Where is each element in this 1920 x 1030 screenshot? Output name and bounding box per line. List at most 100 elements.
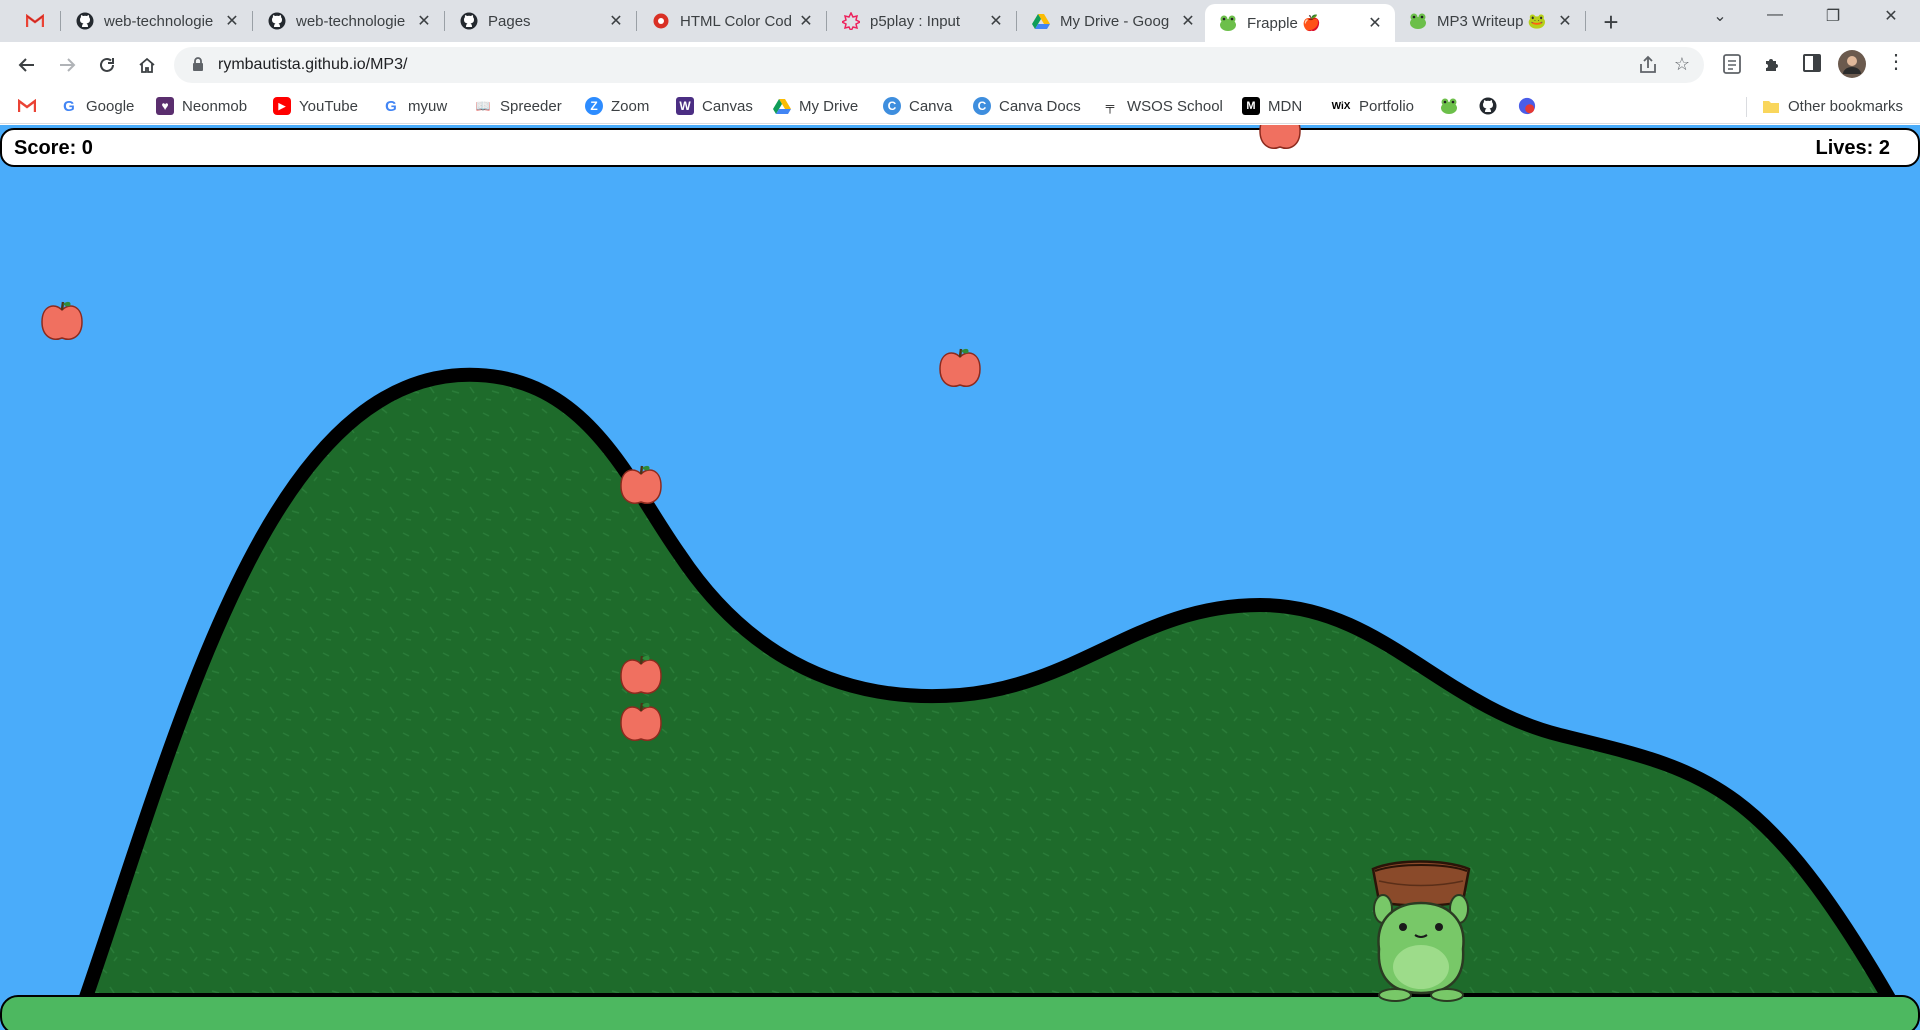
google-icon: G [385, 97, 397, 115]
bookmark-canva[interactable]: C Canva [883, 96, 952, 116]
bookmark-spreeder[interactable]: 📖 Spreeder [474, 96, 562, 116]
bookmark-google[interactable]: G Google [60, 96, 134, 116]
close-icon[interactable]: ✕ [986, 11, 1006, 31]
tab-separator [1016, 11, 1017, 31]
close-icon[interactable]: ✕ [1178, 11, 1198, 31]
tab-mp3-writeup[interactable]: MP3 Writeup 🐸 ✕ [1395, 0, 1585, 42]
reading-list-icon[interactable] [1722, 53, 1742, 80]
frog-icon [1219, 14, 1237, 32]
google-drive-icon [1032, 12, 1050, 30]
google-icon: G [63, 97, 75, 115]
tab-title: web-technologie [296, 12, 406, 30]
wix-icon: WiX [1331, 100, 1351, 112]
tab-separator [252, 11, 253, 31]
bookmark-mdn[interactable]: M MDN [1242, 96, 1302, 116]
bookmark-myuw[interactable]: G myuw [382, 96, 447, 116]
tab-separator [636, 11, 637, 31]
tab-title: Pages [488, 12, 531, 30]
hill-scenery [78, 367, 1897, 1007]
bookmark-notifications[interactable] [1518, 96, 1544, 116]
game-canvas[interactable]: Score: 0 Lives: 2 [0, 125, 1920, 1030]
reload-icon[interactable] [93, 51, 121, 79]
other-bookmarks[interactable]: Other bookmarks [1762, 96, 1903, 116]
apple-icon [41, 301, 83, 340]
bookmark-frog[interactable] [1440, 96, 1466, 116]
side-panel-icon[interactable] [1802, 53, 1822, 78]
share-icon[interactable] [1638, 55, 1658, 80]
github-icon [460, 12, 478, 30]
bookmark-my-drive[interactable]: My Drive [773, 96, 858, 116]
tab-separator [444, 11, 445, 31]
tab-html-color-codes[interactable]: HTML Color Cod ✕ [638, 0, 826, 42]
apple-icon [939, 348, 981, 387]
canva-icon: C [973, 97, 991, 115]
tab-web-technologies-1[interactable]: web-technologie ✕ [62, 0, 252, 42]
bookmark-label: MDN [1268, 97, 1303, 115]
forward-icon[interactable] [53, 51, 81, 79]
close-window-icon[interactable]: ✕ [1876, 6, 1906, 26]
bookmark-canvas[interactable]: W Canvas [676, 96, 753, 116]
extensions-icon[interactable] [1762, 53, 1784, 80]
tab-search-icon[interactable]: ⌄ [1705, 6, 1735, 26]
gmail-icon [26, 12, 44, 30]
home-icon[interactable] [133, 51, 161, 79]
bookmark-canva-docs[interactable]: C Canva Docs [973, 96, 1081, 116]
zoom-icon: Z [585, 97, 603, 115]
bookmark-label: Google [86, 97, 135, 115]
bookmark-label: WSOS School [1127, 97, 1223, 115]
bookmark-github[interactable] [1479, 96, 1505, 116]
tab-title: Frapple 🍎 [1247, 15, 1321, 32]
bookmark-label: Spreeder [500, 97, 562, 115]
bookmark-wsos-school[interactable]: ╤ WSOS School [1101, 96, 1223, 116]
menu-icon[interactable]: ⋮ [1886, 49, 1906, 74]
bookmark-youtube[interactable]: ▶ YouTube [273, 96, 358, 116]
apple-icon [620, 465, 662, 504]
bookmark-label: My Drive [799, 97, 859, 115]
restore-icon[interactable]: ❐ [1818, 6, 1848, 26]
profile-avatar[interactable] [1838, 50, 1866, 83]
frog-icon [1409, 12, 1427, 30]
back-icon[interactable] [13, 51, 41, 79]
new-tab-button[interactable]: + [1597, 9, 1625, 37]
tab-frapple[interactable]: Frapple 🍎 ✕ [1205, 4, 1395, 42]
close-icon[interactable]: ✕ [1555, 11, 1575, 31]
bookmark-gmail[interactable] [18, 96, 44, 116]
close-icon[interactable]: ✕ [606, 11, 626, 31]
close-icon[interactable]: ✕ [1365, 13, 1385, 33]
github-icon [268, 12, 286, 30]
bookmark-neonmob[interactable]: ♥ Neonmob [156, 96, 247, 116]
tab-separator [826, 11, 827, 31]
tab-my-drive[interactable]: My Drive - Goog ✕ [1018, 0, 1208, 42]
tab-gmail[interactable] [12, 0, 58, 42]
minimize-icon[interactable]: — [1760, 6, 1790, 24]
bookmark-label: Portfolio [1359, 97, 1415, 115]
p5play-icon [842, 12, 860, 30]
youtube-icon: ▶ [273, 97, 291, 115]
tab-title: MP3 Writeup 🐸 [1437, 13, 1547, 30]
close-icon[interactable]: ✕ [222, 11, 242, 31]
apple-icon [620, 655, 662, 694]
bookmark-label: Zoom [611, 97, 650, 115]
bookmark-label: Neonmob [182, 97, 248, 115]
lock-icon[interactable] [192, 57, 204, 77]
tab-p5play-input[interactable]: p5play : Input ✕ [828, 0, 1016, 42]
color-picker-icon [652, 12, 670, 30]
address-bar[interactable]: rymbautista.github.io/MP3/ ☆ [174, 47, 1704, 83]
frog-player[interactable] [1365, 857, 1477, 1005]
url-text[interactable]: rymbautista.github.io/MP3/ [218, 56, 407, 74]
tab-pages[interactable]: Pages ✕ [446, 0, 636, 42]
bookmark-label: Canva Docs [999, 97, 1081, 115]
bookmark-label: Canvas [702, 97, 753, 115]
tab-title: p5play : Input [870, 12, 961, 30]
bookmark-label: YouTube [299, 97, 358, 115]
close-icon[interactable]: ✕ [796, 11, 816, 31]
bookmark-portfolio[interactable]: WiX Portfolio [1331, 96, 1414, 116]
bookmark-star-icon[interactable]: ☆ [1674, 54, 1690, 75]
tab-web-technologies-2[interactable]: web-technologie ✕ [254, 0, 444, 42]
canvas-icon: W [676, 97, 694, 115]
bookmark-zoom[interactable]: Z Zoom [585, 96, 649, 116]
close-icon[interactable]: ✕ [414, 11, 434, 31]
bookmark-label: myuw [408, 97, 448, 115]
bookmarks-separator [1746, 97, 1747, 117]
github-icon [76, 12, 94, 30]
